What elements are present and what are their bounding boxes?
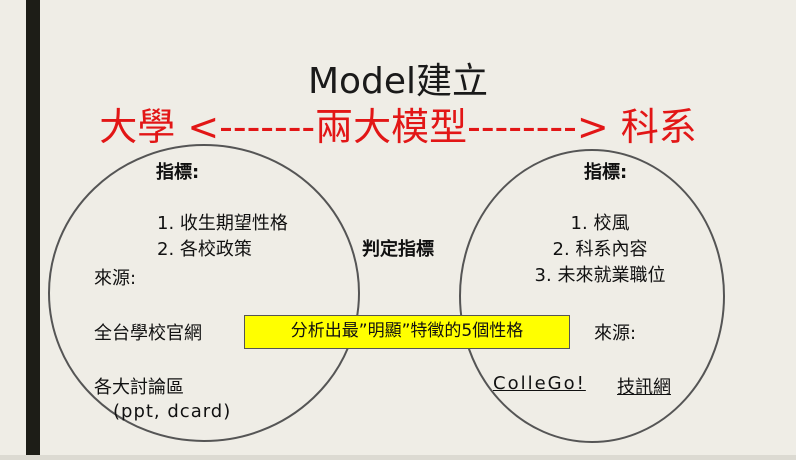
- right-circle-department: [459, 149, 725, 443]
- highlight-box: 分析出最”明顯”特徵的5個性格: [244, 315, 570, 349]
- right-item-2: 2. 科系內容: [552, 239, 648, 260]
- left-item-1: 1. 收生期望性格: [157, 213, 288, 234]
- right-source-label: 來源:: [594, 323, 637, 344]
- right-source-collego-link[interactable]: ColleGo!: [493, 373, 586, 394]
- left-item-2: 2. 各校政策: [157, 239, 252, 260]
- right-heading: 指標:: [584, 162, 628, 183]
- right-item-1: 1. 校風: [570, 213, 630, 234]
- left-source-3: (ppt, dcard): [113, 401, 232, 422]
- middle-label: 判定指標: [362, 239, 434, 260]
- right-source-jixun-link[interactable]: 技訊網: [617, 373, 671, 399]
- left-source-2: 各大討論區: [94, 377, 184, 398]
- slide-subtitle: 大學 <-------兩大模型--------> 科系: [99, 105, 697, 149]
- right-item-3: 3. 未來就業職位: [534, 265, 666, 286]
- slide: Model建立 大學 <-------兩大模型--------> 科系 指標: …: [0, 0, 796, 460]
- left-heading: 指標:: [156, 162, 200, 183]
- left-source-label: 來源:: [94, 268, 137, 289]
- left-source-1: 全台學校官網: [94, 323, 202, 344]
